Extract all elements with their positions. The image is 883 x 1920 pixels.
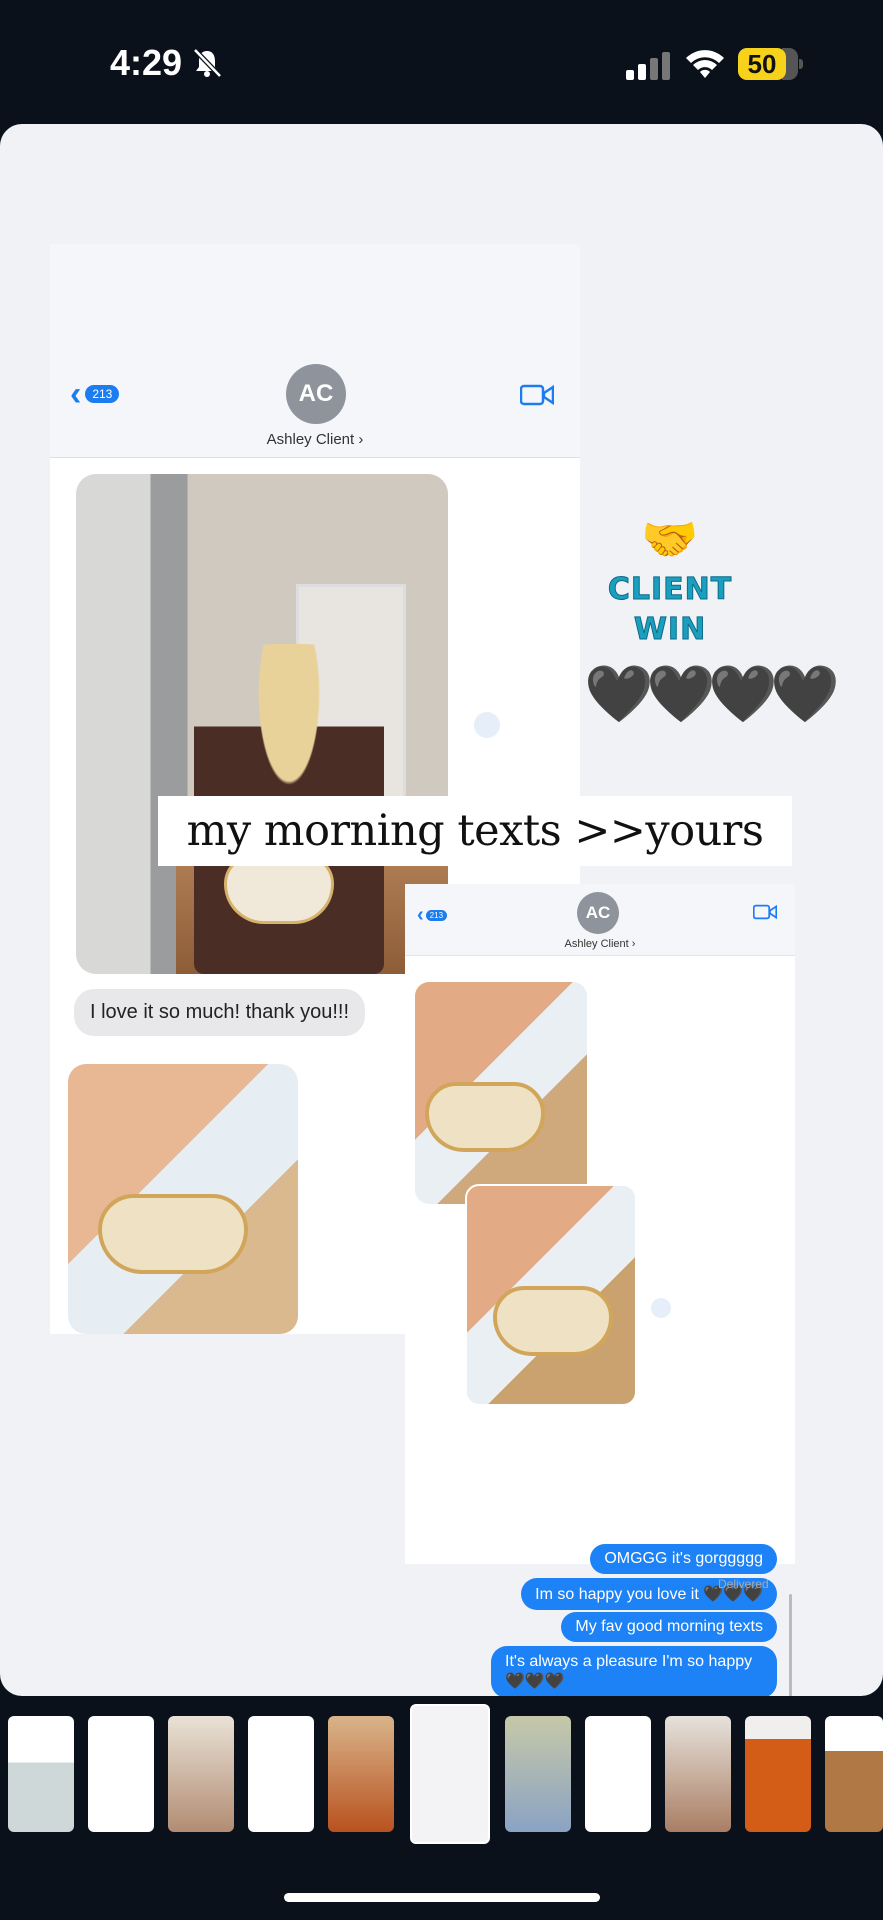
client-win-sticker: CLIENT WIN [607, 572, 733, 648]
outgoing-message-bubble: My fav good morning texts [561, 1612, 777, 1642]
story-thumbnail-current[interactable] [410, 1704, 490, 1844]
silent-bell-icon [193, 48, 222, 78]
story-thumbnail[interactable] [505, 1716, 571, 1832]
black-heart-icon: 🖤 [646, 662, 716, 725]
story-caption: my morning texts >>yours [158, 796, 792, 866]
scroll-indicator [789, 1594, 792, 1696]
unread-count-badge: 213 [425, 910, 448, 921]
contact-avatar: AC [286, 364, 346, 424]
cellular-signal-icon [626, 52, 670, 80]
message-text: It's always a pleasure I'm so happy [505, 1653, 753, 1670]
black-hearts-row: 🖤 🖤 🖤 🖤 [584, 662, 840, 725]
story-thumbnail-strip [0, 1704, 883, 1844]
handshake-sticker: 🤝 [641, 513, 699, 565]
outgoing-message-bubble: OMGGG it's gorggggg [590, 1544, 777, 1574]
battery-level: 50 [738, 48, 786, 80]
chevron-left-icon: ‹ [70, 375, 82, 413]
bag-photo-2 [465, 1184, 637, 1406]
story-thumbnail[interactable] [8, 1716, 74, 1832]
story-card[interactable]: ‹ 213 AC Ashley Client › I love it so mu… [0, 124, 883, 1696]
black-heart-icon: 🖤 [770, 662, 840, 725]
messages-header: ‹ 213 AC Ashley Client › [405, 884, 795, 956]
black-heart-icon: 🖤 [584, 662, 654, 725]
back-button: ‹ 213 [417, 904, 448, 927]
outgoing-message-bubble: It's always a pleasure I'm so happy 🖤🖤🖤 [491, 1646, 777, 1696]
mirror-selfie-photo [76, 474, 448, 974]
message-text: 🖤🖤🖤 [505, 1673, 565, 1690]
save-photo-icon [474, 712, 500, 738]
bag-in-tissue-photo [68, 1064, 298, 1334]
back-button: ‹ 213 [70, 375, 120, 413]
battery-indicator: 50 [738, 48, 803, 80]
delivered-status: Delivered [718, 1577, 769, 1591]
messages-screenshot-second: ‹ 213 AC Ashley Client › OMGGG it's gorg… [405, 884, 795, 1696]
incoming-message-bubble: I love it so much! thank you!!! [74, 989, 366, 1036]
story-thumbnail[interactable] [88, 1716, 154, 1832]
story-thumbnail[interactable] [585, 1716, 651, 1832]
home-indicator[interactable] [284, 1893, 600, 1902]
contact-name: Ashley Client › [564, 938, 636, 950]
bag-photo-1 [415, 982, 587, 1204]
contact-name: Ashley Client › [266, 431, 364, 448]
status-bar: 4:29 50 [0, 0, 883, 124]
story-thumbnail[interactable] [665, 1716, 731, 1832]
story-thumbnail[interactable] [168, 1716, 234, 1832]
story-thumbnail[interactable] [248, 1716, 314, 1832]
wifi-icon [686, 50, 724, 78]
video-call-icon [520, 384, 554, 406]
story-thumbnail[interactable] [328, 1716, 394, 1832]
messages-header: ‹ 213 AC Ashley Client › [50, 244, 580, 458]
story-thumbnail[interactable] [745, 1716, 811, 1832]
chevron-left-icon: ‹ [417, 904, 424, 926]
black-heart-icon: 🖤 [708, 662, 778, 725]
unread-count-badge: 213 [85, 385, 120, 403]
story-thumbnail[interactable] [825, 1716, 883, 1832]
clock: 4:29 [110, 42, 183, 83]
save-photo-icon [651, 1298, 671, 1318]
contact-avatar: AC [577, 892, 619, 934]
video-call-icon [753, 904, 777, 920]
